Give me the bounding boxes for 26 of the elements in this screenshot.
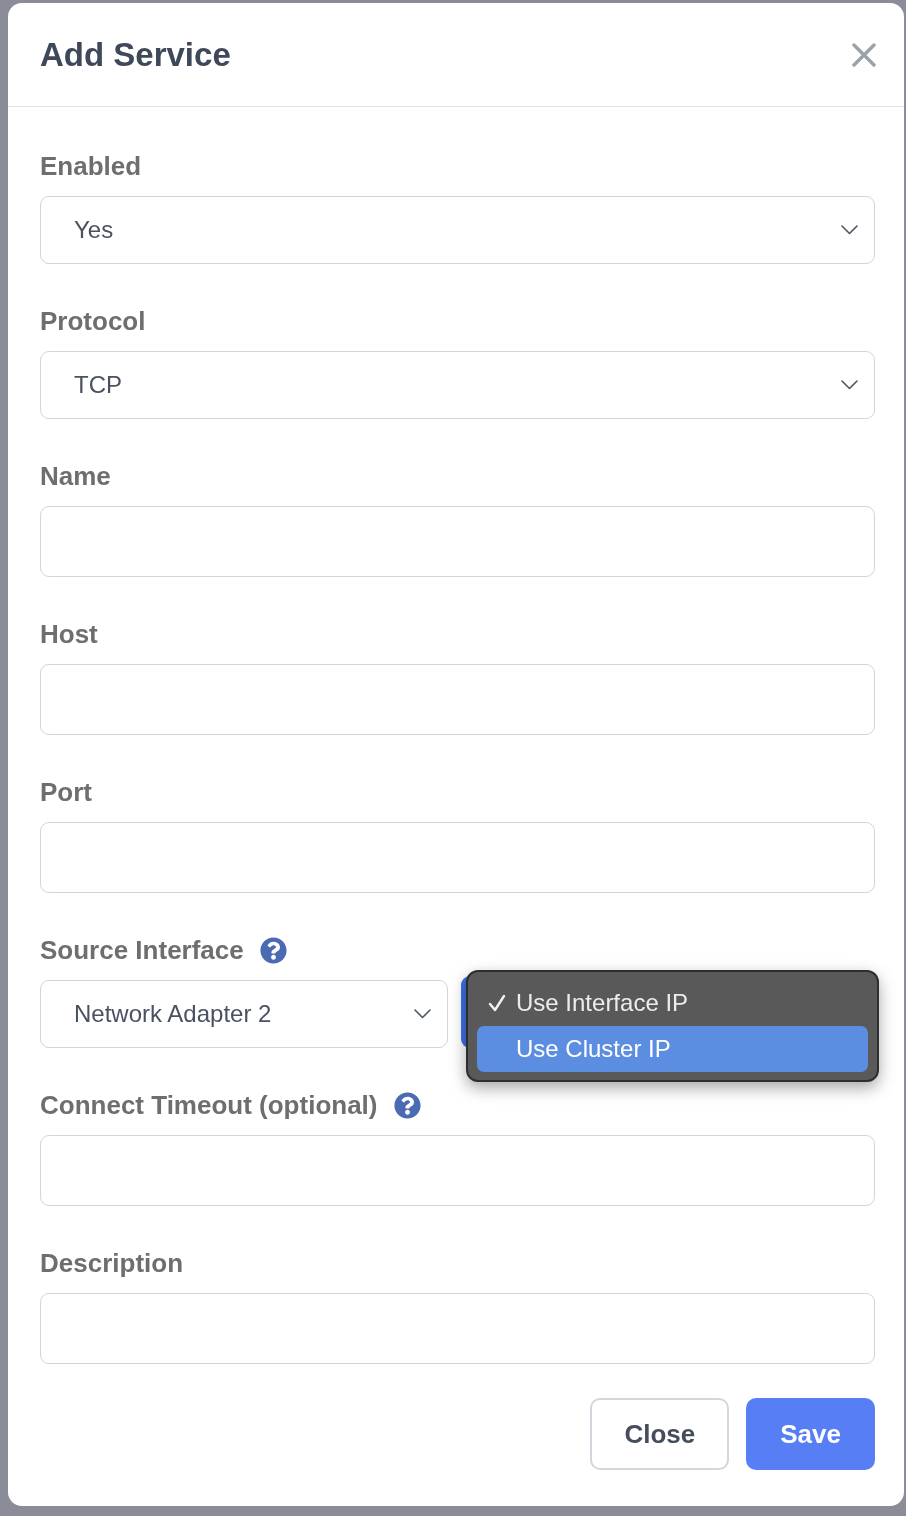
field-label: Host [40,619,98,649]
chevron-down-icon [841,225,858,235]
select-field[interactable]: Network Adapter 2 [40,980,448,1048]
select-field[interactable]: TCP [40,351,875,419]
help-icon[interactable] [393,1091,421,1119]
chevron-down-icon [414,1009,431,1019]
save-button[interactable]: Save [746,1398,875,1470]
field-label: Enabled [40,151,142,181]
field-label: Name [40,461,111,491]
input-field[interactable] [40,1135,875,1206]
chevron-down-icon [841,380,858,390]
input-field[interactable] [40,506,875,577]
select-field[interactable]: Yes [40,196,875,264]
menu-option[interactable]: Use Interface IP [477,980,868,1026]
help-icon[interactable] [259,936,287,964]
close-button[interactable]: Close [590,1398,730,1470]
dialog-title: Add Service [40,34,231,75]
input-field[interactable] [40,664,875,735]
field-label: Source Interface [40,935,244,965]
close-icon[interactable] [852,42,876,67]
input-field[interactable] [40,1293,875,1364]
field-label: Port [40,777,92,807]
field-label: Description [40,1248,184,1278]
field-label: Protocol [40,306,146,336]
field-label: Connect Timeout (optional) [40,1090,378,1120]
input-field[interactable] [40,822,875,893]
